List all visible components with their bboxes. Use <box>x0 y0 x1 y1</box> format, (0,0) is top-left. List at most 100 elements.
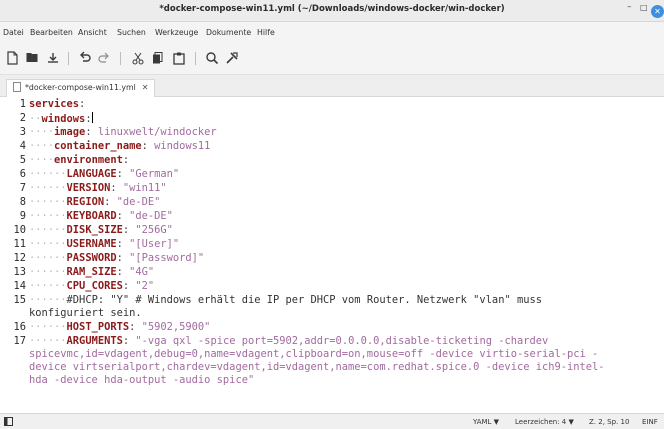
yaml-key: HOST_PORTS <box>66 321 130 333</box>
undo-icon[interactable] <box>78 51 92 65</box>
text-editor[interactable]: 1 services: 2 ··windows: 3 ····image: linux… <box>0 97 664 413</box>
menu-bearbeiten[interactable]: Bearbeiten <box>30 28 73 37</box>
yaml-colon: : <box>116 252 130 264</box>
whitespace-dots: ······ <box>29 335 67 347</box>
menu-datei[interactable]: Datei <box>3 28 24 37</box>
whitespace-dots: ···· <box>29 126 55 138</box>
maximize-icon[interactable]: □ <box>640 3 648 12</box>
minimize-icon[interactable]: – <box>627 2 632 12</box>
paste-icon[interactable] <box>172 51 186 65</box>
yaml-colon: : <box>116 238 130 250</box>
yaml-key: DISK_SIZE <box>66 224 123 236</box>
open-folder-icon[interactable] <box>25 51 39 65</box>
insert-mode: EINF <box>642 418 658 426</box>
yaml-colon: : <box>116 210 130 222</box>
yaml-colon: : <box>122 335 136 347</box>
line-number: 2 <box>19 112 26 124</box>
tab-bar: *docker-compose-win11.yml ✕ <box>0 75 664 97</box>
close-icon[interactable]: ✕ <box>651 5 664 18</box>
yaml-colon: : <box>141 140 155 152</box>
indent-selector[interactable]: Leerzeichen: 4 ▼ <box>515 418 574 426</box>
title-bar: *docker-compose-win11.yml (~/Downloads/w… <box>0 0 664 22</box>
yaml-value: windows11 <box>154 140 211 152</box>
line-number: 12 <box>13 252 26 264</box>
text-caret <box>91 112 93 123</box>
line-number: 4 <box>19 140 26 152</box>
yaml-value-wrap: spicevmc,id=vdagent,debug=0,name=vdagent… <box>29 348 599 360</box>
yaml-value: "[User]" <box>129 238 180 250</box>
line-number: 6 <box>19 168 26 180</box>
menu-werkzeuge[interactable]: Werkzeuge <box>155 28 198 37</box>
menu-hilfe[interactable]: Hilfe <box>257 28 275 37</box>
whitespace-dots: ······ <box>29 321 67 333</box>
yaml-key: ARGUMENTS <box>66 335 123 347</box>
yaml-colon: : <box>110 182 123 194</box>
yaml-colon: : <box>122 154 130 166</box>
document-icon <box>13 82 21 92</box>
redo-icon[interactable] <box>97 51 111 65</box>
menu-suchen[interactable]: Suchen <box>117 28 146 37</box>
search-replace-icon[interactable] <box>225 51 239 65</box>
whitespace-dots: ······ <box>29 266 67 278</box>
yaml-value: "-vga qxl -spice port=5902,addr=0.0.0.0,… <box>135 335 549 347</box>
yaml-key: PASSWORD <box>66 252 117 264</box>
search-icon[interactable] <box>205 51 219 65</box>
yaml-key: container_name <box>54 140 142 152</box>
yaml-colon: : <box>116 266 130 278</box>
yaml-comment: #DHCP: "Y" # Windows erhält die IP per D… <box>66 294 542 306</box>
tab-docker-compose[interactable]: *docker-compose-win11.yml ✕ <box>6 79 156 97</box>
line-number: 7 <box>19 182 26 194</box>
copy-icon[interactable] <box>151 51 165 65</box>
line-number: 13 <box>13 266 26 278</box>
yaml-key: REGION <box>66 196 105 208</box>
yaml-key: VERSION <box>66 182 111 194</box>
line-number: 10 <box>13 224 26 236</box>
yaml-key: KEYBOARD <box>66 210 117 222</box>
yaml-key: services <box>29 98 80 110</box>
yaml-key: RAM_SIZE <box>66 266 117 278</box>
line-number: 3 <box>19 126 26 138</box>
whitespace-dots: ·· <box>29 113 42 125</box>
toolbar-separator <box>68 52 69 65</box>
whitespace-dots: ······ <box>29 196 67 208</box>
yaml-value: "de-DE" <box>129 210 173 222</box>
status-bar: YAML ▼ Leerzeichen: 4 ▼ Z. 2, Sp. 10 EIN… <box>0 413 664 429</box>
save-icon[interactable] <box>46 51 60 65</box>
toolbar-separator <box>120 52 121 65</box>
tab-label: *docker-compose-win11.yml <box>25 83 136 92</box>
yaml-key: image <box>54 126 86 138</box>
menu-ansicht[interactable]: Ansicht <box>78 28 107 37</box>
cursor-position: Z. 2, Sp. 10 <box>589 418 630 426</box>
yaml-colon: : <box>122 280 136 292</box>
yaml-colon: : <box>79 98 86 110</box>
menu-dokumente[interactable]: Dokumente <box>206 28 251 37</box>
tab-close-icon[interactable]: ✕ <box>142 83 149 92</box>
menu-bar: Datei Bearbeiten Ansicht Suchen Werkzeug… <box>0 22 664 42</box>
yaml-value-wrap: hda -device hda-output -audio spice" <box>29 374 255 386</box>
toolbar <box>0 42 664 75</box>
cut-icon[interactable] <box>131 51 145 65</box>
line-number: 5 <box>19 154 26 166</box>
language-selector[interactable]: YAML ▼ <box>473 418 499 426</box>
yaml-colon: : <box>85 126 98 138</box>
sidebar-toggle-icon[interactable] <box>4 417 13 428</box>
window-title: *docker-compose-win11.yml (~/Downloads/w… <box>159 4 505 14</box>
yaml-value: "256G" <box>135 224 173 236</box>
whitespace-dots: ······ <box>29 210 67 222</box>
yaml-value: "de-DE" <box>116 196 161 208</box>
yaml-value-wrap: device virtserialport,chardev=vdagent,id… <box>29 361 605 373</box>
new-document-icon[interactable] <box>5 51 19 65</box>
yaml-value: "German" <box>129 168 180 180</box>
yaml-key: LANGUAGE <box>66 168 117 180</box>
yaml-colon: : <box>129 321 142 333</box>
yaml-value: "[Password]" <box>129 252 205 264</box>
yaml-value: linuxwelt/windocker <box>97 126 217 138</box>
yaml-colon: : <box>122 224 136 236</box>
whitespace-dots: ······ <box>29 294 67 306</box>
line-number: 17 <box>13 335 26 347</box>
line-number: 8 <box>19 196 26 208</box>
whitespace-dots: ···· <box>29 154 55 166</box>
whitespace-dots: ······ <box>29 182 67 194</box>
toolbar-separator <box>195 52 196 65</box>
whitespace-dots: ······ <box>29 252 67 264</box>
